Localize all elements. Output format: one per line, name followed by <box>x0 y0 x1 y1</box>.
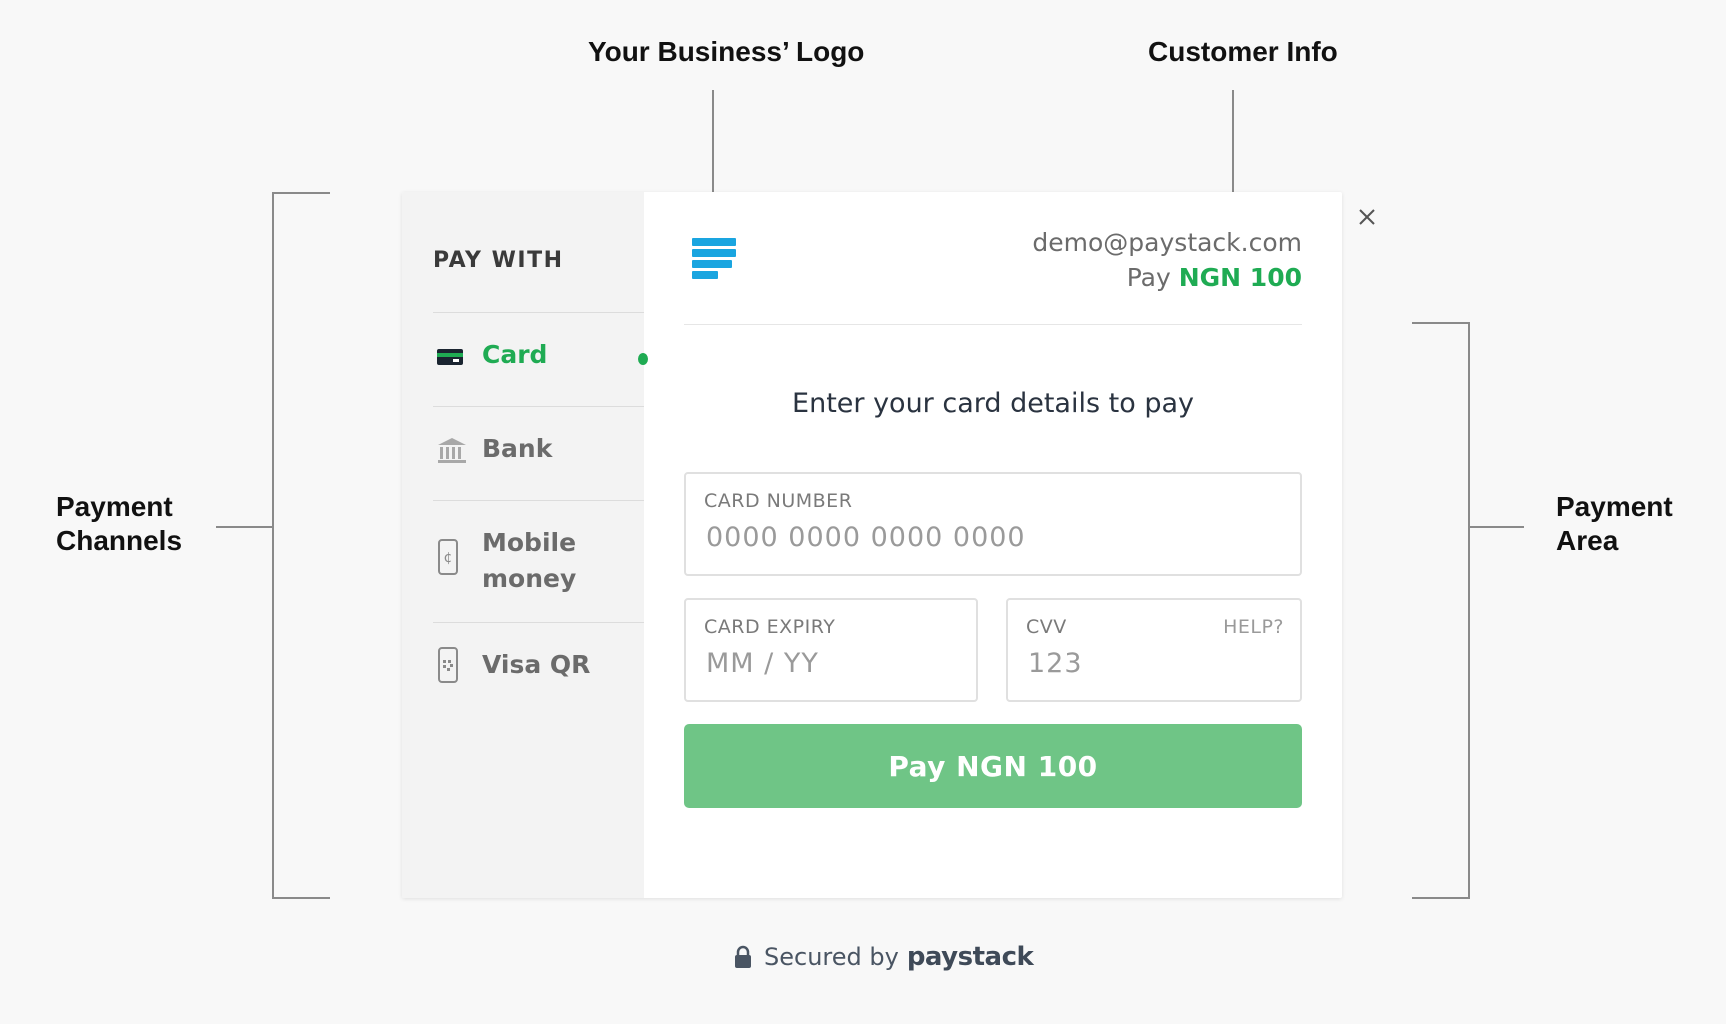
card-expiry-label: CARD EXPIRY <box>704 616 836 638</box>
cvv-label: CVV <box>1026 616 1067 638</box>
annotation-payment-channels: Payment Channels <box>56 490 182 558</box>
channels-bracket-top <box>272 192 330 194</box>
channels-bracket-tick <box>216 526 272 528</box>
pay-with-heading: PAY WITH <box>433 248 564 273</box>
card-number-label: CARD NUMBER <box>704 490 853 512</box>
card-prompt: Enter your card details to pay <box>792 388 1194 419</box>
customer-email: demo@paystack.com <box>1032 228 1302 257</box>
card-icon <box>437 347 463 371</box>
cvv-placeholder: 123 <box>1028 648 1083 679</box>
secured-by-text: Secured by <box>764 943 899 971</box>
channels-bracket-bottom <box>272 897 330 899</box>
mobile-money-line2: money <box>482 564 577 593</box>
mobile-money-icon: ¢ <box>437 539 459 579</box>
bank-icon <box>437 437 467 469</box>
annotation-area-line2: Area <box>1556 525 1619 556</box>
area-bracket-vertical <box>1468 322 1470 899</box>
area-bracket-tick <box>1468 526 1524 528</box>
pay-amount: NGN 100 <box>1178 263 1302 292</box>
annotation-area-line1: Payment <box>1556 491 1673 522</box>
cvv-field[interactable]: CVV HELP? 123 <box>1006 598 1302 702</box>
annotation-payment-area: Payment Area <box>1556 490 1673 558</box>
cvv-help-link[interactable]: HELP? <box>1223 616 1284 638</box>
annotation-channels-line2: Channels <box>56 525 183 556</box>
channel-mobile-money-label: Mobile money <box>482 525 576 597</box>
annotation-customer-info: Customer Info <box>1148 36 1338 67</box>
pay-button[interactable]: Pay NGN 100 <box>684 724 1302 808</box>
card-number-field[interactable]: CARD NUMBER 0000 0000 0000 0000 <box>684 472 1302 576</box>
paystack-brand: paystack <box>906 942 1034 972</box>
channel-card-label: Card <box>482 340 548 369</box>
close-icon[interactable] <box>1354 204 1380 230</box>
payment-modal: PAY WITH Card Bank ¢ Mobile money Visa Q… <box>402 192 1342 898</box>
channel-mobile-money[interactable]: ¢ Mobile money <box>433 500 644 622</box>
qr-phone-icon <box>437 647 459 687</box>
channel-visa-qr-label: Visa QR <box>482 650 591 679</box>
channels-bracket-vertical <box>272 192 274 899</box>
header-divider <box>684 324 1302 325</box>
channel-bank[interactable]: Bank <box>433 406 644 500</box>
secured-by-footer: Secured by paystack <box>734 942 1034 972</box>
card-expiry-placeholder: MM / YY <box>706 648 819 679</box>
annotation-channels-line1: Payment <box>56 491 173 522</box>
payment-channels-sidebar: PAY WITH Card Bank ¢ Mobile money Visa Q… <box>402 192 648 898</box>
area-bracket-bottom <box>1412 897 1470 899</box>
svg-text:¢: ¢ <box>444 550 453 566</box>
payment-area: demo@paystack.com Pay NGN 100 Enter your… <box>644 192 1342 898</box>
channel-visa-qr[interactable]: Visa QR <box>433 622 644 716</box>
card-expiry-field[interactable]: CARD EXPIRY MM / YY <box>684 598 978 702</box>
business-logo-icon <box>692 238 738 288</box>
lock-icon <box>734 945 752 969</box>
card-number-placeholder: 0000 0000 0000 0000 <box>706 522 1026 553</box>
annotation-logo: Your Business’ Logo <box>588 36 865 67</box>
mobile-money-line1: Mobile <box>482 528 577 557</box>
area-bracket-top <box>1412 322 1470 324</box>
pay-prefix: Pay <box>1126 263 1171 292</box>
channel-bank-label: Bank <box>482 434 553 463</box>
channel-card[interactable]: Card <box>433 312 648 406</box>
customer-amount: Pay NGN 100 <box>1127 263 1302 292</box>
